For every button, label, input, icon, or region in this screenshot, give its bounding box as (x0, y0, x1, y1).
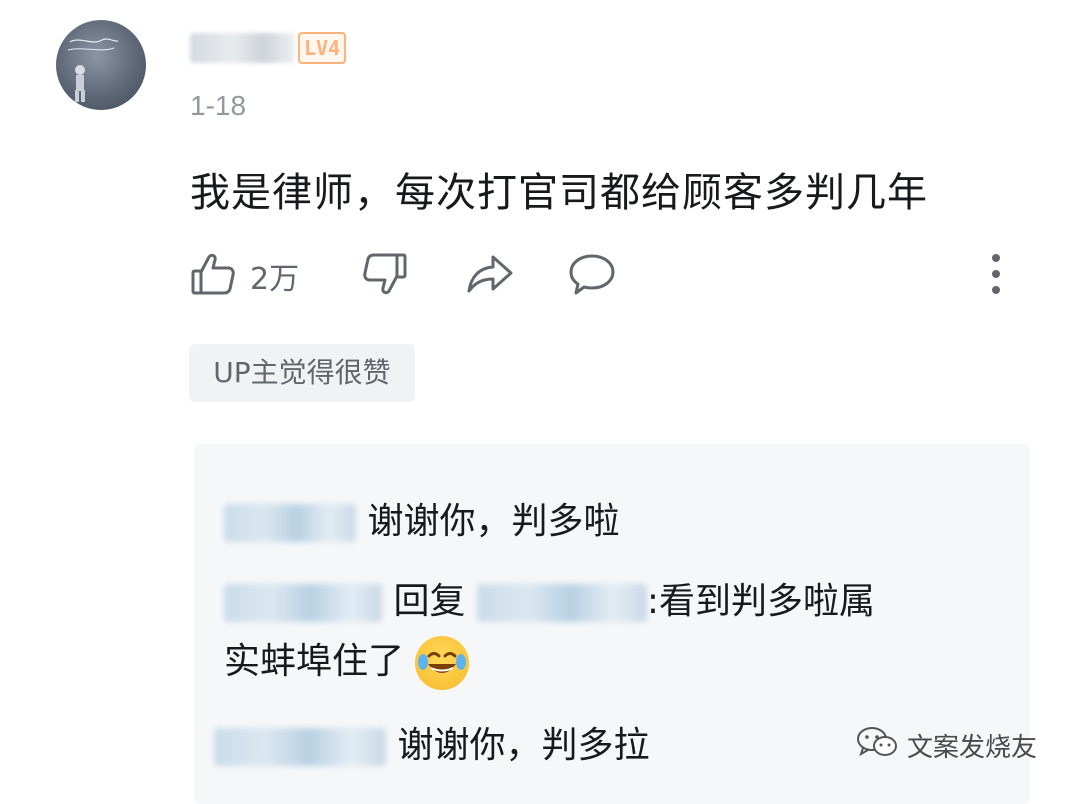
reply-text: 谢谢你，判多啦 (367, 501, 620, 542)
thumbs-up-icon (190, 251, 236, 301)
like-count: 2万 (250, 262, 300, 297)
reply-username-blurred[interactable] (224, 584, 382, 622)
reply-item[interactable]: 谢谢你，判多啦 (224, 492, 619, 544)
wechat-icon (855, 724, 907, 767)
up-liked-tag: UP主觉得很赞 (189, 344, 415, 402)
more-vertical-icon (986, 251, 1006, 301)
comment-text: 我是律师，每次打官司都给顾客多判几年 (190, 170, 928, 216)
reply-text: 实蚌埠住了 (224, 641, 405, 682)
reply-button[interactable] (568, 248, 616, 304)
share-icon (466, 251, 514, 301)
like-button[interactable]: 2万 (190, 248, 299, 304)
comment-actions: 2万 (190, 248, 1030, 304)
reply-username-blurred[interactable] (224, 504, 356, 542)
comment-icon (568, 251, 616, 301)
watermark-text: 文案发烧友 (907, 732, 1038, 763)
reply-text: 谢谢你，判多拉 (397, 725, 650, 766)
reply-username-blurred[interactable] (214, 728, 386, 766)
thumbs-down-icon (362, 251, 408, 301)
reply-item-continuation: 实蚌埠住了 (224, 632, 470, 690)
reply-target-username-blurred[interactable] (476, 584, 647, 622)
avatar[interactable] (56, 20, 146, 110)
comment-date: 1-18 (190, 90, 247, 121)
reply-text: :看到判多啦属 (646, 581, 876, 622)
username-blurred[interactable] (190, 33, 295, 63)
dislike-button[interactable] (362, 248, 408, 304)
laughing-tears-emoji (415, 636, 470, 690)
user-level-badge: LV4 (298, 32, 347, 64)
reply-keyword: 回复 (393, 581, 466, 622)
watermark: 文案发烧友 (855, 725, 1037, 765)
share-button[interactable] (466, 248, 514, 304)
reply-item[interactable]: 谢谢你，判多拉 (214, 716, 649, 768)
more-button[interactable] (986, 248, 1006, 304)
reply-item[interactable]: 回复 :看到判多啦属 (224, 572, 875, 624)
